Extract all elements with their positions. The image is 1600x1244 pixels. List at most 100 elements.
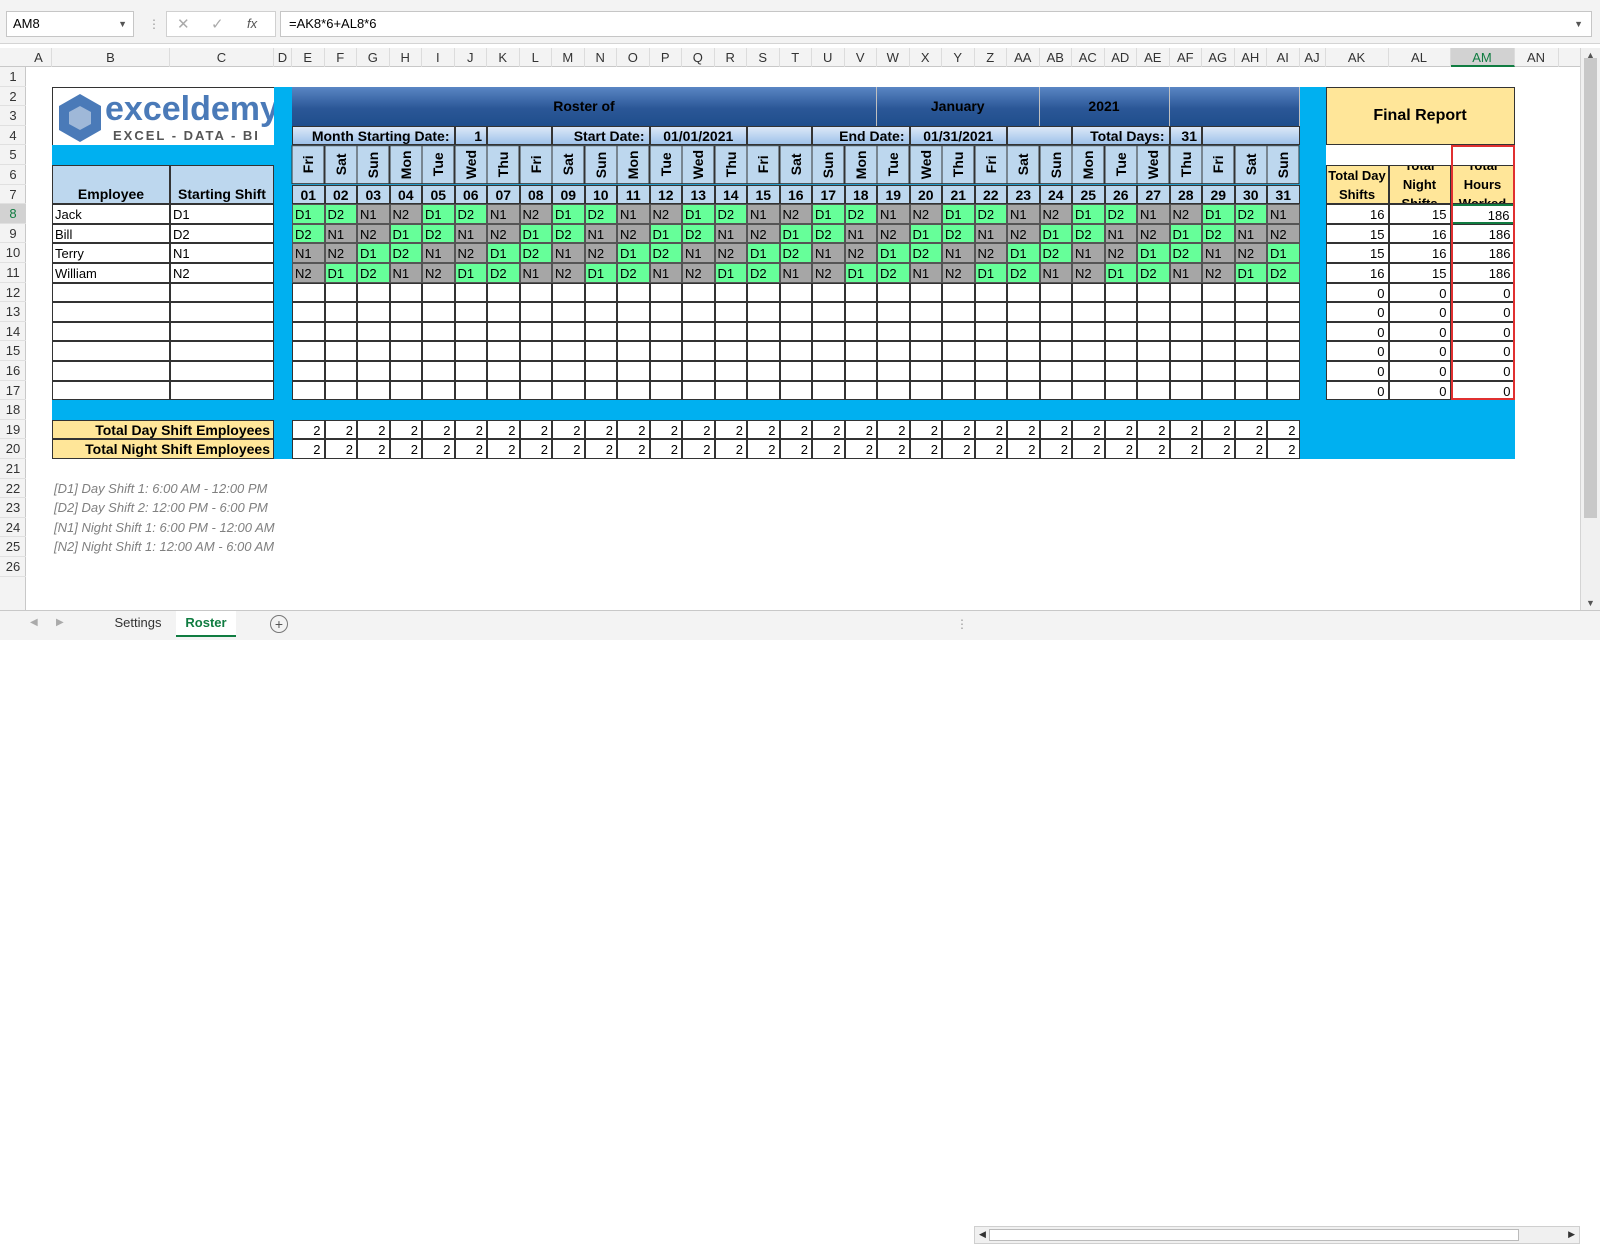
- column-header-d[interactable]: D: [274, 48, 292, 67]
- shift-cell: D2: [1137, 263, 1170, 283]
- expand-formula-icon[interactable]: ▼: [1574, 12, 1583, 36]
- shift-cell: N2: [552, 263, 585, 283]
- column-header-l[interactable]: L: [520, 48, 552, 67]
- row-header-7[interactable]: 7: [0, 185, 26, 205]
- horizontal-scrollbar[interactable]: ◀ ▶: [974, 1226, 1580, 1244]
- shift-cell: D2: [1104, 204, 1137, 224]
- column-header-aa[interactable]: AA: [1007, 48, 1040, 67]
- row-header-2[interactable]: 2: [0, 87, 26, 107]
- selected-cell-am8[interactable]: 186: [1450, 204, 1515, 224]
- shift-cell: D2: [942, 223, 975, 244]
- row-header-22[interactable]: 22: [0, 479, 26, 499]
- shift-cell: N1: [422, 243, 455, 263]
- column-header-y[interactable]: Y: [942, 48, 975, 67]
- column-header-ak[interactable]: AK: [1326, 48, 1389, 67]
- row-header-4[interactable]: 4: [0, 126, 26, 146]
- column-header-k[interactable]: K: [487, 48, 520, 67]
- column-header-s[interactable]: S: [747, 48, 780, 67]
- row-header-14[interactable]: 14: [0, 322, 26, 342]
- column-header-b[interactable]: B: [52, 48, 170, 67]
- row-header-9[interactable]: 9: [0, 224, 26, 244]
- column-header-i[interactable]: I: [422, 48, 455, 67]
- next-sheet-icon[interactable]: ▶: [56, 617, 64, 628]
- tab-roster[interactable]: Roster: [176, 611, 236, 637]
- row-header-25[interactable]: 25: [0, 537, 26, 557]
- row-header-8[interactable]: 8: [0, 204, 26, 224]
- column-header-a[interactable]: A: [26, 48, 52, 67]
- column-header-g[interactable]: G: [357, 48, 390, 67]
- column-header-ag[interactable]: AG: [1202, 48, 1235, 67]
- column-header-af[interactable]: AF: [1170, 48, 1202, 67]
- row-header-16[interactable]: 16: [0, 361, 26, 381]
- insert-function-icon[interactable]: fx: [247, 16, 257, 31]
- column-header-x[interactable]: X: [910, 48, 942, 67]
- column-header-c[interactable]: C: [170, 48, 274, 67]
- row-header-19[interactable]: 19: [0, 420, 26, 440]
- column-header-e[interactable]: E: [292, 48, 325, 67]
- column-header-r[interactable]: R: [715, 48, 747, 67]
- column-header-ac[interactable]: AC: [1072, 48, 1105, 67]
- column-header-v[interactable]: V: [845, 48, 877, 67]
- column-header-n[interactable]: N: [585, 48, 617, 67]
- add-sheet-icon[interactable]: +: [270, 615, 288, 633]
- row-header-21[interactable]: 21: [0, 459, 26, 479]
- scroll-left-icon[interactable]: ◀: [979, 1229, 986, 1240]
- name-box[interactable]: AM8 ▼: [6, 11, 134, 37]
- row-header-10[interactable]: 10: [0, 243, 26, 263]
- column-header-z[interactable]: Z: [975, 48, 1007, 67]
- row-header-13[interactable]: 13: [0, 302, 26, 322]
- shift-cell: D1: [584, 263, 617, 283]
- prev-sheet-icon[interactable]: ◀: [30, 617, 38, 628]
- column-header-q[interactable]: Q: [682, 48, 715, 67]
- column-header-ad[interactable]: AD: [1105, 48, 1137, 67]
- row-header-17[interactable]: 17: [0, 381, 26, 401]
- shift-cell: N2: [1072, 263, 1105, 283]
- shift-cell: [324, 321, 357, 342]
- row-header-6[interactable]: 6: [0, 165, 26, 185]
- column-header-ai[interactable]: AI: [1267, 48, 1300, 67]
- row-header-24[interactable]: 24: [0, 518, 26, 538]
- shift-cell: [1007, 321, 1040, 342]
- scroll-right-icon[interactable]: ▶: [1568, 1229, 1575, 1240]
- column-header-m[interactable]: M: [552, 48, 585, 67]
- row-header-18[interactable]: 18: [0, 400, 26, 420]
- shift-cell: [942, 282, 975, 303]
- tab-settings[interactable]: Settings: [102, 611, 174, 637]
- horizontal-scroll-thumb[interactable]: [989, 1229, 1519, 1241]
- row-header-23[interactable]: 23: [0, 498, 26, 518]
- shift-cell: D1: [844, 263, 877, 283]
- formula-input[interactable]: =AK8*6+AL8*6 ▼: [280, 11, 1592, 37]
- column-header-ae[interactable]: AE: [1137, 48, 1170, 67]
- scroll-down-icon[interactable]: ▼: [1586, 598, 1595, 608]
- total-day-shifts: 16: [1325, 204, 1389, 224]
- vertical-scrollbar[interactable]: ▲ ▼: [1580, 48, 1600, 610]
- column-header-am[interactable]: AM: [1450, 48, 1515, 67]
- column-header-f[interactable]: F: [325, 48, 357, 67]
- row-header-1[interactable]: 1: [0, 67, 26, 87]
- vertical-scroll-thumb[interactable]: [1584, 58, 1597, 518]
- column-header-ab[interactable]: AB: [1040, 48, 1072, 67]
- column-header-p[interactable]: P: [650, 48, 682, 67]
- column-header-j[interactable]: J: [455, 48, 487, 67]
- row-header-5[interactable]: 5: [0, 145, 26, 165]
- column-header-u[interactable]: U: [812, 48, 845, 67]
- chevron-down-icon[interactable]: ▼: [118, 12, 127, 36]
- column-header-h[interactable]: H: [390, 48, 422, 67]
- row-header-20[interactable]: 20: [0, 439, 26, 459]
- column-header-ah[interactable]: AH: [1235, 48, 1267, 67]
- shift-cell: [324, 361, 357, 381]
- row-header-3[interactable]: 3: [0, 106, 26, 126]
- column-header-o[interactable]: O: [617, 48, 650, 67]
- column-header-aj[interactable]: AJ: [1300, 48, 1326, 67]
- row-header-15[interactable]: 15: [0, 341, 26, 361]
- row-header-12[interactable]: 12: [0, 283, 26, 303]
- column-header-w[interactable]: W: [877, 48, 910, 67]
- row-header-11[interactable]: 11: [0, 263, 26, 283]
- row-header-26[interactable]: 26: [0, 557, 26, 577]
- confirm-icon[interactable]: ✓: [211, 15, 224, 33]
- column-header-al[interactable]: AL: [1389, 48, 1451, 67]
- column-header-t[interactable]: T: [780, 48, 812, 67]
- shift-cell: D1: [357, 243, 390, 263]
- cancel-icon[interactable]: ✕: [177, 15, 190, 33]
- column-header-an[interactable]: AN: [1515, 48, 1559, 67]
